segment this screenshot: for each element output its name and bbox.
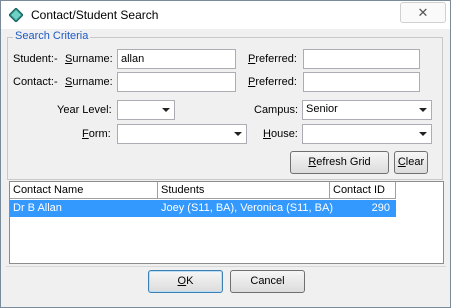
campus-label: Campus: xyxy=(254,104,299,116)
year-level-select[interactable] xyxy=(117,100,175,120)
campus-select[interactable]: Senior xyxy=(302,100,432,120)
close-button[interactable]: ✕ xyxy=(400,2,446,23)
contact-surname-label: Surname: xyxy=(65,76,113,88)
cell-contact-id: 290 xyxy=(371,202,390,214)
cancel-button[interactable]: Cancel xyxy=(230,270,305,293)
ok-label: OK xyxy=(177,275,194,287)
contact-surname-input[interactable] xyxy=(117,72,236,92)
results-grid[interactable]: Contact Name Students Contact ID Dr B Al… xyxy=(9,181,444,264)
cancel-label: Cancel xyxy=(250,275,285,287)
house-label: House: xyxy=(263,128,298,140)
title-bar: Contact/Student Search ✕ xyxy=(1,1,450,29)
cell-students: Joey (S11, BA), Veronica (S11, BA) xyxy=(161,202,334,214)
contact-preferred-input[interactable] xyxy=(303,72,420,92)
column-header-contact-name[interactable]: Contact Name xyxy=(10,182,158,199)
refresh-grid-label: Refresh Grid xyxy=(308,156,371,168)
footer-divider xyxy=(6,266,446,267)
column-header-students[interactable]: Students xyxy=(158,182,330,199)
chevron-down-icon[interactable] xyxy=(158,102,173,118)
close-icon: ✕ xyxy=(417,5,429,20)
diamond-app-icon xyxy=(9,8,23,22)
chevron-down-icon[interactable] xyxy=(415,126,430,142)
student-prefix-label: Student:- xyxy=(13,53,58,65)
house-select[interactable] xyxy=(302,124,432,144)
table-row[interactable]: Dr B Allan Joey (S11, BA), Veronica (S11… xyxy=(10,200,396,217)
form-label: Form: xyxy=(82,128,111,140)
search-criteria-label: Search Criteria xyxy=(13,30,91,42)
clear-button[interactable]: Clear xyxy=(394,151,428,174)
year-level-label: Year Level: xyxy=(57,104,112,116)
student-surname-input[interactable] xyxy=(117,49,236,69)
chevron-down-icon[interactable] xyxy=(230,126,245,142)
student-preferred-label: Preferred: xyxy=(248,53,297,65)
ok-button[interactable]: OK xyxy=(148,270,223,293)
chevron-down-icon[interactable] xyxy=(415,102,430,118)
refresh-grid-button[interactable]: Refresh Grid xyxy=(290,151,389,174)
contact-prefix-label: Contact:- xyxy=(13,76,58,88)
contact-preferred-label: Preferred: xyxy=(248,76,297,88)
student-preferred-input[interactable] xyxy=(303,49,420,69)
clear-label: Clear xyxy=(397,156,425,168)
cell-contact-name: Dr B Allan xyxy=(13,202,62,214)
campus-value: Senior xyxy=(306,103,338,115)
window-title: Contact/Student Search xyxy=(31,8,159,22)
search-dialog: Contact/Student Search ✕ Search Criteria… xyxy=(0,0,451,308)
column-header-contact-id[interactable]: Contact ID xyxy=(330,182,396,199)
form-select[interactable] xyxy=(117,124,247,144)
grid-header: Contact Name Students Contact ID xyxy=(10,182,400,199)
student-surname-label: Surname: xyxy=(65,53,113,65)
